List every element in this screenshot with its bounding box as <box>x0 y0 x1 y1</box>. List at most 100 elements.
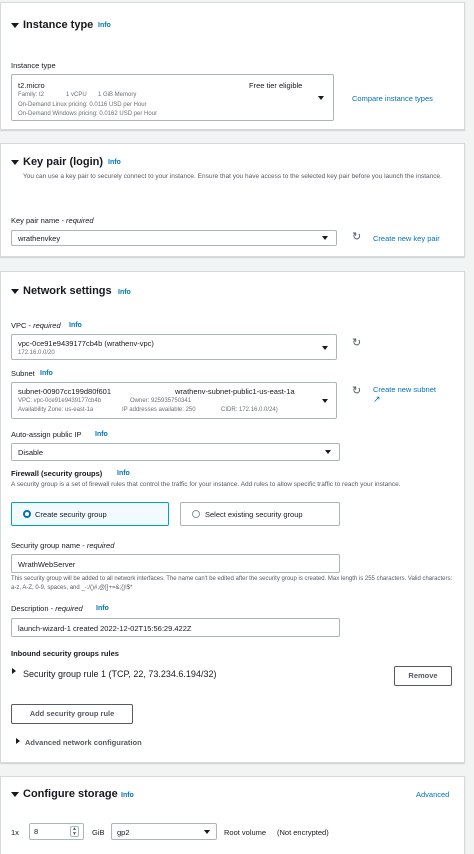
external-link-icon[interactable]: ↗ <box>373 394 381 405</box>
instance-type-select[interactable]: t2.micro Free tier eligible Family: t2 1… <box>11 74 334 121</box>
configure-storage-panel: Configure storage Info Advanced 1x 8 ▲ ▼ … <box>0 776 465 854</box>
inbound-rules-label: Inbound security groups rules <box>11 649 119 658</box>
collapse-caret-icon[interactable] <box>11 160 19 165</box>
instance-type-title: Instance type <box>23 19 94 31</box>
vpc-label: VPC - required <box>11 321 61 330</box>
required-marker: required <box>66 216 94 225</box>
storage-advanced-link[interactable]: Advanced <box>416 790 449 799</box>
compare-instance-types-link[interactable]: Compare instance types <box>352 94 433 103</box>
encryption-status: (Not encrypted) <box>277 828 329 837</box>
firewall-label: Firewall (security groups) <box>11 469 103 478</box>
key-pair-label-text: Key pair name - <box>11 216 67 225</box>
key-pair-title: Key pair (login) <box>23 156 104 168</box>
description-value: launch-wizard-1 created 2022-12-02T15:56… <box>18 624 192 633</box>
root-volume-label: Root volume <box>224 828 267 837</box>
collapse-caret-icon[interactable] <box>11 289 19 294</box>
chevron-down-icon <box>322 346 328 350</box>
firewall-info-link[interactable]: Info <box>117 470 130 477</box>
create-security-group-option[interactable]: Create security group <box>11 502 169 526</box>
subnet-vpc: VPC: vpc-0ce91e9439177cb4b <box>18 398 102 404</box>
windows-pricing: On-Demand Windows pricing: 0.0162 USD pe… <box>18 111 158 117</box>
subnet-id: subnet-00907cc199d80f601 <box>18 387 111 396</box>
collapse-caret-icon[interactable] <box>11 792 19 797</box>
linux-pricing: On-Demand Linux pricing: 0.0116 USD per … <box>18 102 147 108</box>
auto-ip-select[interactable]: Disable <box>11 443 340 461</box>
description-input[interactable]: launch-wizard-1 created 2022-12-02T15:56… <box>11 618 340 637</box>
volume-multiplier: 1x <box>11 828 19 837</box>
required-marker: required <box>86 541 115 550</box>
network-info-link[interactable]: Info <box>118 289 131 296</box>
instance-type-info-link[interactable]: Info <box>98 22 111 29</box>
sg-name-input[interactable]: WrathWebServer <box>11 554 340 573</box>
volume-size-input[interactable]: 8 ▲ ▼ <box>29 823 84 840</box>
subnet-label: Subnet <box>11 369 35 378</box>
subnet-info-link[interactable]: Info <box>40 370 53 377</box>
volume-size-value: 8 <box>34 827 39 836</box>
required-marker: required <box>33 321 61 330</box>
network-settings-title: Network settings <box>23 285 112 297</box>
key-pair-field-label: Key pair name - required <box>11 216 94 225</box>
network-settings-panel: Network settings Info VPC - required Inf… <box>0 271 465 763</box>
auto-ip-value: Disable <box>18 448 44 457</box>
volume-type-value: gp2 <box>117 828 130 837</box>
firewall-description: A security group is a set of firewall ru… <box>11 481 401 488</box>
vpc-info-link[interactable]: Info <box>69 322 82 329</box>
create-security-group-label: Create security group <box>35 510 107 519</box>
instance-type-panel: Instance type Info Instance type t2.micr… <box>0 2 465 130</box>
expand-caret-icon[interactable] <box>16 738 20 744</box>
create-key-pair-link[interactable]: Create new key pair <box>373 234 440 243</box>
expand-caret-icon[interactable] <box>12 668 16 674</box>
chevron-down-icon <box>322 399 328 403</box>
description-info-link[interactable]: Info <box>96 605 109 612</box>
vpc-cidr: 172.16.0.0/20 <box>18 350 55 356</box>
advanced-network-configuration[interactable]: Advanced network configuration <box>25 738 142 747</box>
refresh-icon[interactable]: ↻ <box>352 386 361 397</box>
add-security-group-rule-button[interactable]: Add security group rule <box>11 704 133 724</box>
subnet-select[interactable]: subnet-00907cc199d80f601 wrathenv-subnet… <box>11 382 337 419</box>
chevron-down-icon <box>322 236 328 240</box>
key-pair-select[interactable]: wrathenvkey <box>11 230 337 246</box>
volume-type-select[interactable]: gp2 <box>111 823 217 840</box>
instance-memory: 1 GiB Memory <box>98 92 137 98</box>
key-pair-info-link[interactable]: Info <box>108 159 121 166</box>
required-marker: required <box>55 604 83 613</box>
key-pair-panel: Key pair (login) Info You can use a key … <box>0 143 465 257</box>
remove-rule-button[interactable]: Remove <box>394 666 452 686</box>
sg-name-value: WrathWebServer <box>18 560 76 569</box>
instance-vcpu: 1 vCPU <box>66 92 87 98</box>
instance-type-field-label: Instance type <box>11 61 56 70</box>
create-subnet-link[interactable]: Create new subnet <box>373 385 436 394</box>
subnet-ips: IP addresses available: 250 <box>122 407 196 413</box>
vpc-select[interactable]: vpc-0ce91e9439177cb4b (wrathenv-vpc) 172… <box>11 334 337 360</box>
refresh-icon[interactable]: ↻ <box>352 232 361 243</box>
key-pair-description: You can use a key pair to securely conne… <box>23 173 442 180</box>
subnet-owner: Owner: 925935750341 <box>130 398 192 404</box>
chevron-down-icon <box>204 830 210 834</box>
storage-info-link[interactable]: Info <box>121 792 134 799</box>
stepper-icon[interactable]: ▲ ▼ <box>70 826 79 837</box>
security-group-rule-1[interactable]: Security group rule 1 (TCP, 22, 73.234.6… <box>23 669 216 679</box>
sg-name-label: Security group name - required <box>11 541 114 550</box>
collapse-caret-icon[interactable] <box>11 23 19 28</box>
auto-ip-info-link[interactable]: Info <box>95 431 108 438</box>
description-label: Description - required <box>11 604 83 613</box>
radio-unselected-icon[interactable] <box>192 510 200 518</box>
select-existing-security-group-label: Select existing security group <box>205 510 303 519</box>
chevron-down-icon <box>318 96 324 100</box>
radio-selected-icon[interactable] <box>23 510 31 518</box>
refresh-icon[interactable]: ↻ <box>352 338 361 349</box>
select-existing-security-group-option[interactable]: Select existing security group <box>180 502 340 526</box>
key-pair-value: wrathenvkey <box>18 234 61 243</box>
configure-storage-title: Configure storage <box>23 788 118 800</box>
sg-name-help: This security group will be added to all… <box>11 576 453 591</box>
subnet-az: Availability Zone: us-east-1a <box>18 407 94 413</box>
instance-family: Family: t2 <box>18 92 45 98</box>
auto-ip-label: Auto-assign public IP <box>11 430 82 439</box>
description-label-text: Description - <box>11 604 56 613</box>
volume-unit: GiB <box>92 828 105 837</box>
subnet-cidr: CIDR: 172.16.0.0/24) <box>221 407 278 413</box>
chevron-down-icon <box>325 450 331 454</box>
subnet-name: wrathenv-subnet-public1-us-east-1a <box>175 387 295 396</box>
vpc-value: vpc-0ce91e9439177cb4b (wrathenv-vpc) <box>18 339 154 348</box>
sg-name-label-text: Security group name - <box>11 541 87 550</box>
